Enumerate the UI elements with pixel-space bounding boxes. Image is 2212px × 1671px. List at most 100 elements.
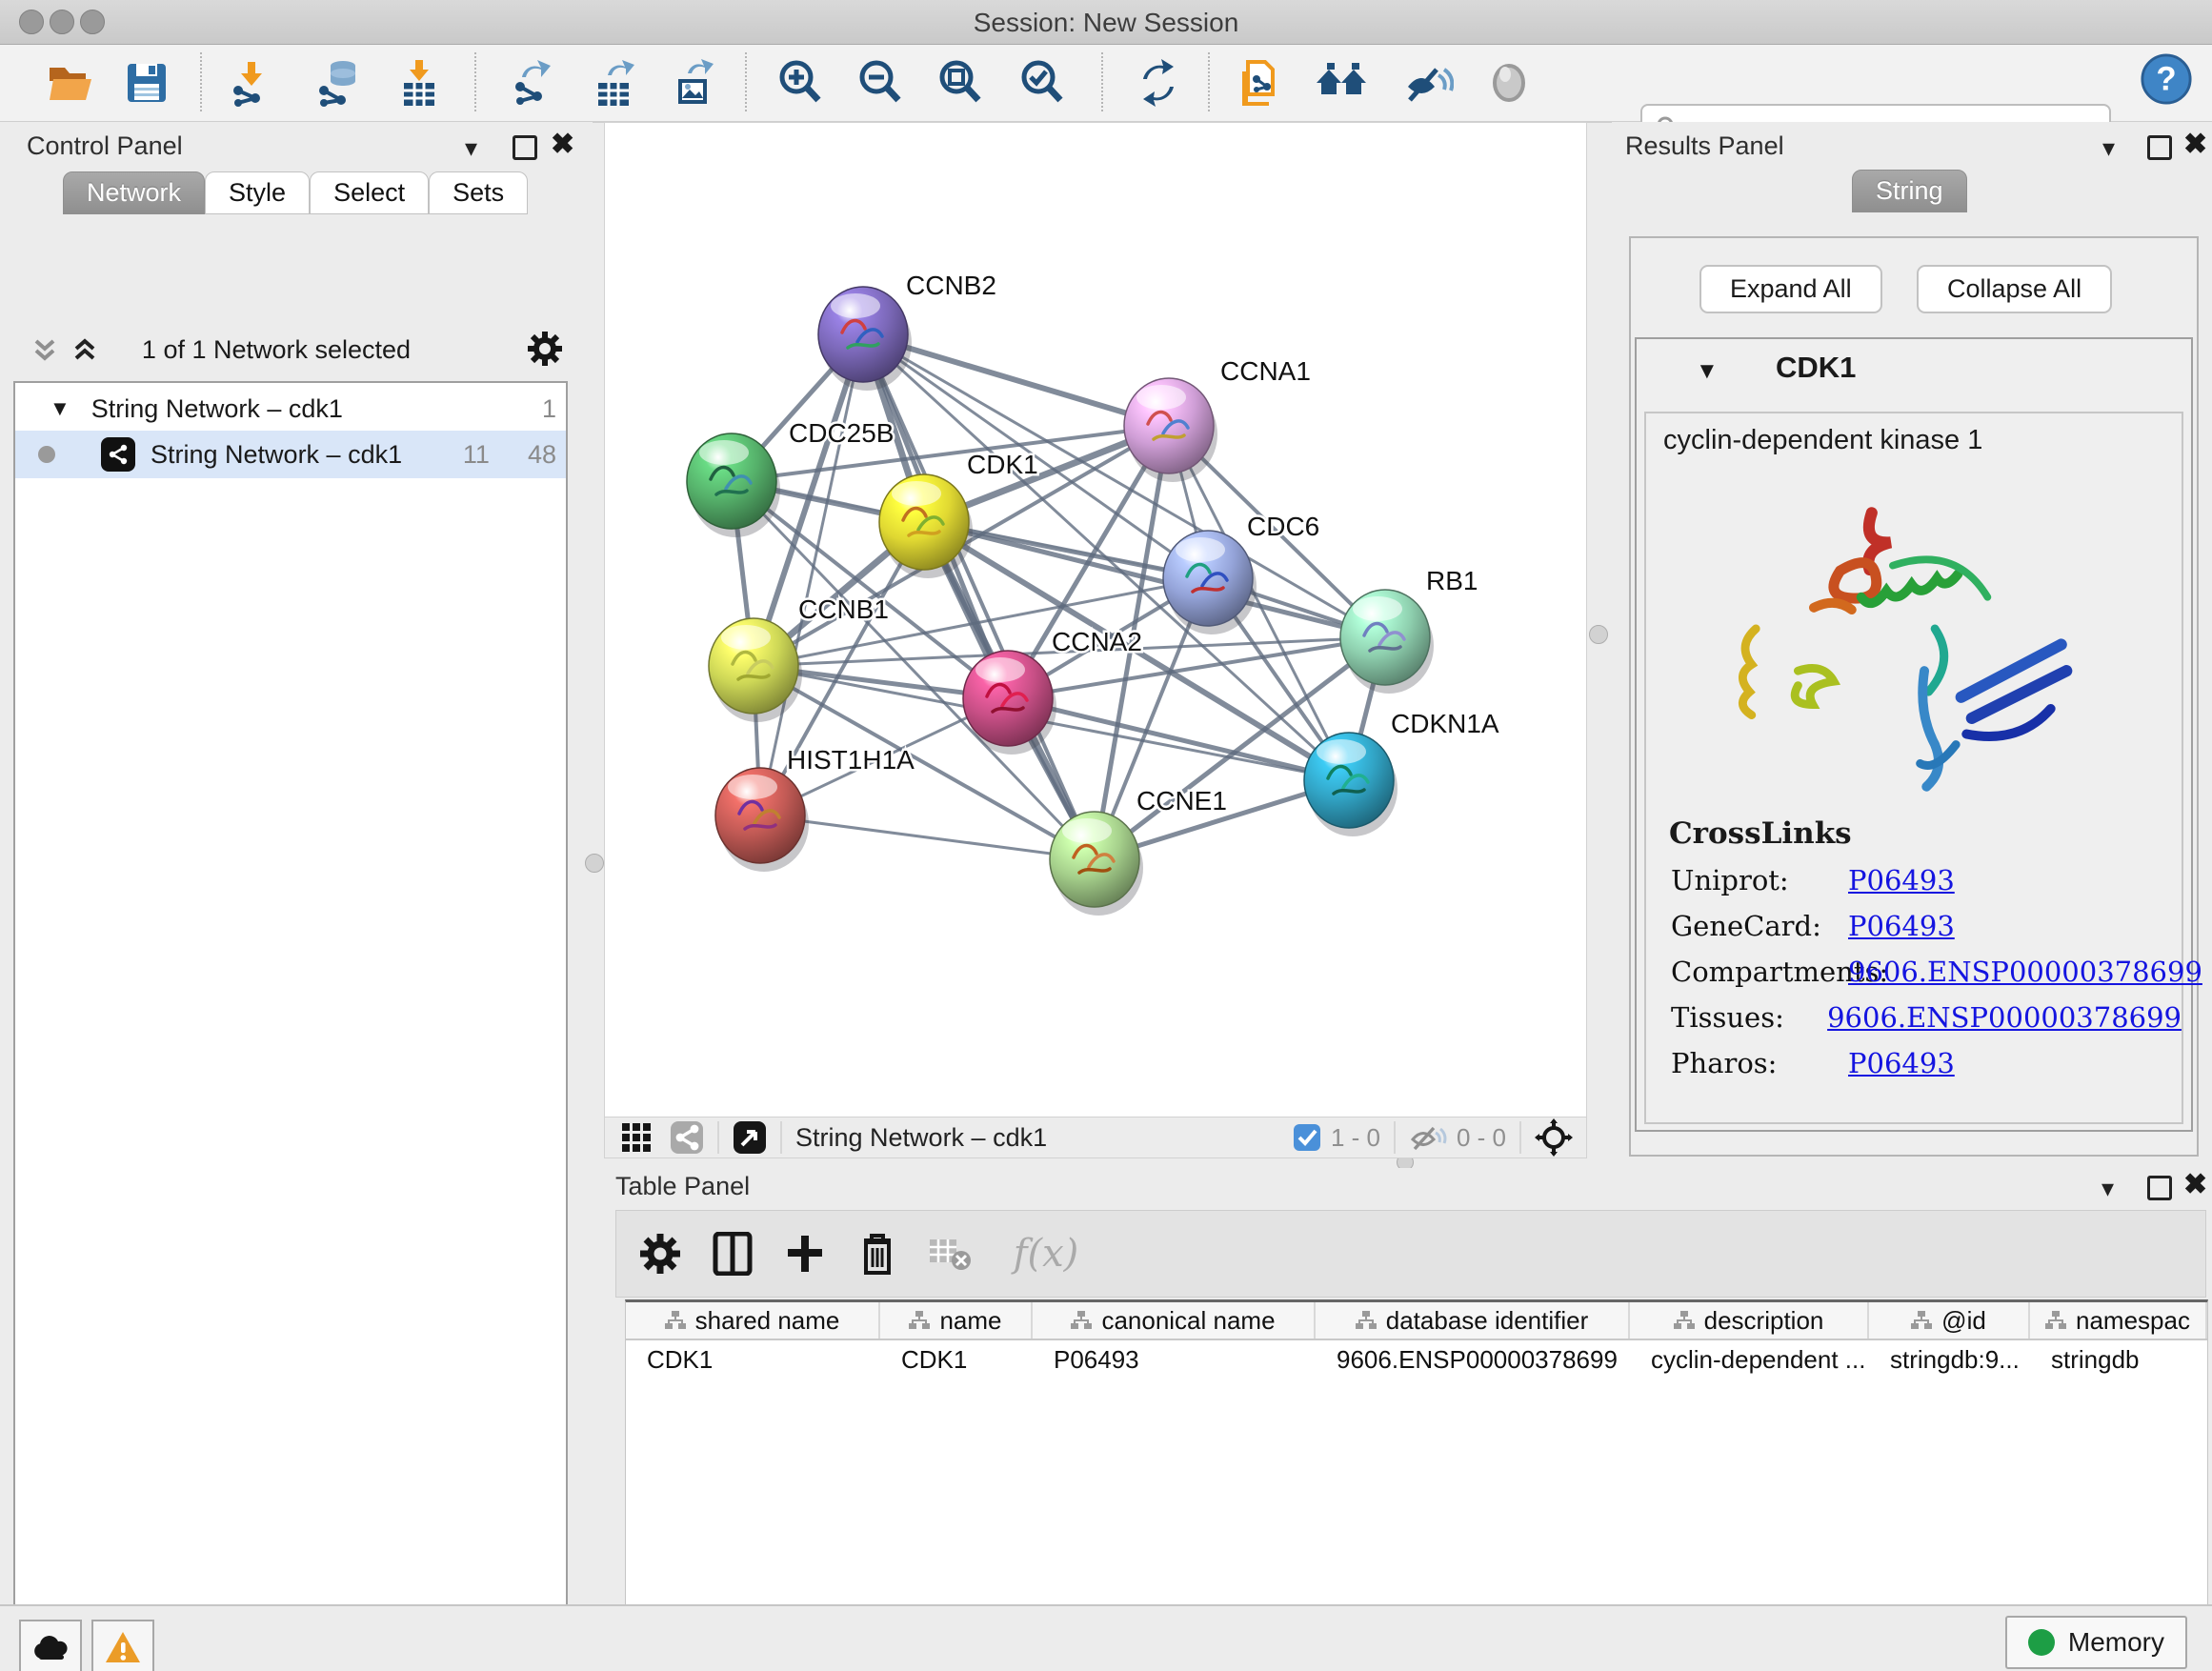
table-panel-maximize-icon[interactable] (2147, 1176, 2172, 1200)
save-session-icon[interactable] (120, 56, 173, 110)
toolbar-separator (474, 52, 476, 111)
edge-HIST1H1A-CCNE1[interactable] (760, 815, 1095, 859)
expand-all-button[interactable]: Expand All (1699, 265, 1882, 313)
show-columns-icon[interactable] (704, 1225, 761, 1282)
export-table-icon[interactable] (589, 56, 642, 110)
delete-column-icon[interactable] (849, 1225, 906, 1282)
entry-collapse-icon[interactable]: ▼ (1696, 358, 1719, 385)
function-builder-icon[interactable]: f(x) (994, 1225, 1098, 1282)
network-options-gear-icon[interactable] (526, 330, 564, 368)
control-panel-maximize-icon[interactable] (513, 135, 537, 160)
birdseye-view-icon[interactable] (733, 1120, 767, 1155)
control-panel-close-icon[interactable]: ✖ (551, 128, 574, 161)
table-settings-gear-icon[interactable] (632, 1225, 689, 1282)
control-panel-float-icon[interactable]: ▾ (465, 133, 477, 163)
control-panel-tabs: NetworkStyleSelectSets (63, 171, 528, 214)
clone-network-icon[interactable] (1233, 56, 1286, 110)
table-panel-title: Table Panel (615, 1172, 750, 1201)
right-splitter-handle[interactable] (1589, 625, 1608, 644)
network-canvas[interactable]: CCNB2CCNA1CDC25BCDK1CDC6RB1CCNB1CCNA2CDK… (604, 122, 1587, 1118)
zoom-out-icon[interactable] (854, 56, 907, 110)
memory-button[interactable]: Memory (2005, 1616, 2187, 1669)
crosslink-link[interactable]: 9606.ENSP00000378699 (1848, 956, 2202, 988)
zoom-selected-icon[interactable] (1016, 56, 1069, 110)
column-header-name[interactable]: name (880, 1302, 1033, 1339)
tab-string[interactable]: String (1852, 170, 1967, 212)
node-CDKN1A[interactable]: CDKN1A (1304, 709, 1499, 836)
table-panel-float-icon[interactable]: ▾ (2101, 1174, 2114, 1203)
column-header-canonical-name[interactable]: canonical name (1033, 1302, 1316, 1339)
selected-nodes-checkbox-icon[interactable] (1293, 1123, 1321, 1152)
help-icon[interactable]: ? (2140, 52, 2193, 106)
table-body: CDK1CDK1P064939606.ENSP00000378699cyclin… (626, 1340, 2207, 1379)
zoom-in-icon[interactable] (774, 56, 827, 110)
table-row[interactable]: CDK1CDK1P064939606.ENSP00000378699cyclin… (626, 1340, 2207, 1379)
import-network-file-icon[interactable] (225, 56, 278, 110)
show-all-icon[interactable] (1482, 56, 1536, 110)
crosslink-row: Uniprot:P06493 (1671, 864, 2182, 896)
crosslink-link[interactable]: P06493 (1848, 1047, 1955, 1079)
node-RB1[interactable]: RB1 (1340, 566, 1478, 694)
current-network-dot-icon (38, 446, 55, 463)
column-header-shared-name[interactable]: shared name (626, 1302, 880, 1339)
crosslink-link[interactable]: 9606.ENSP00000378699 (1827, 1001, 2182, 1034)
import-network-database-icon[interactable] (312, 56, 366, 110)
crosslink-link[interactable]: P06493 (1848, 910, 1955, 942)
collapse-all-button[interactable]: Collapse All (1917, 265, 2112, 313)
node-label-CCNE1: CCNE1 (1136, 786, 1227, 815)
node-CCNB2[interactable]: CCNB2 (818, 271, 996, 391)
edge-CCNB2-CCNE1[interactable] (863, 334, 1095, 859)
column-header-description[interactable]: description (1630, 1302, 1869, 1339)
column-header--id[interactable]: @id (1869, 1302, 2030, 1339)
warnings-button[interactable] (91, 1620, 154, 1671)
export-network-icon[interactable] (505, 56, 558, 110)
collection-expand-icon[interactable]: ▼ (50, 396, 70, 421)
results-panel-float-icon[interactable]: ▾ (2102, 133, 2115, 163)
network-badge-icon[interactable] (670, 1120, 704, 1155)
left-splitter-handle[interactable] (585, 854, 604, 873)
results-panel-close-icon[interactable]: ✖ (2183, 128, 2207, 161)
node-CCNE1[interactable]: CCNE1 (1050, 786, 1227, 916)
collapse-all-networks-icon[interactable] (29, 333, 61, 366)
apply-layout-icon[interactable] (1132, 56, 1185, 110)
edge-CCNA2-CDKN1A[interactable] (1008, 698, 1349, 780)
fit-selected-crosshair-icon[interactable] (1535, 1118, 1573, 1157)
table-panel-close-icon[interactable]: ✖ (2183, 1168, 2207, 1201)
string-home-icon[interactable] (1315, 56, 1368, 110)
table-cell: stringdb (2030, 1340, 2207, 1379)
crosslink-row: Tissues:9606.ENSP00000378699 (1671, 1001, 2182, 1034)
export-image-icon[interactable] (667, 56, 720, 110)
clear-table-icon[interactable] (921, 1225, 978, 1282)
column-header-namespac[interactable]: namespac (2030, 1302, 2207, 1339)
network-graph[interactable]: CCNB2CCNA1CDC25BCDK1CDC6RB1CCNB1CCNA2CDK… (605, 123, 1586, 1117)
node-CCNA1[interactable]: CCNA1 (1124, 356, 1311, 482)
tab-select[interactable]: Select (310, 171, 429, 214)
zoom-fit-icon[interactable] (934, 56, 987, 110)
column-header-database-identifier[interactable]: database identifier (1316, 1302, 1630, 1339)
network-row-selected[interactable]: String Network – cdk1 11 48 (15, 431, 566, 478)
hidden-items-eye-icon[interactable] (1409, 1123, 1447, 1152)
open-file-icon[interactable] (44, 56, 97, 110)
cloud-status-button[interactable] (19, 1620, 82, 1671)
crosslink-link[interactable]: P06493 (1848, 864, 1955, 896)
network-list: ▼ String Network – cdk1 1 String Network… (13, 381, 568, 1671)
grid-view-icon[interactable] (620, 1121, 653, 1154)
toolbar-separator (1101, 52, 1103, 111)
tab-network[interactable]: Network (63, 171, 205, 214)
expand-all-networks-icon[interactable] (69, 333, 101, 366)
hide-selected-icon[interactable] (1400, 56, 1454, 110)
results-panel: Results Panel ▾ ✖ String Expand All Coll… (1612, 122, 2212, 1157)
memory-status-dot (2028, 1629, 2055, 1656)
add-column-icon[interactable] (776, 1225, 834, 1282)
tab-style[interactable]: Style (205, 171, 310, 214)
node-HIST1H1A[interactable]: HIST1H1A (715, 745, 915, 872)
network-collection-row[interactable]: ▼ String Network – cdk1 1 (15, 383, 566, 431)
table-cell: cyclin-dependent ... (1630, 1340, 1869, 1379)
node-CCNB1[interactable]: CCNB1 (709, 594, 889, 722)
edge-CCNB2-HIST1H1A[interactable] (760, 334, 863, 815)
results-panel-maximize-icon[interactable] (2147, 135, 2172, 160)
node-CDC25B[interactable]: CDC25B (687, 418, 894, 537)
string-results-box: Expand All Collapse All ▼ CDK1 cyclin-de… (1629, 236, 2199, 1157)
import-table-icon[interactable] (392, 56, 446, 110)
tab-sets[interactable]: Sets (429, 171, 528, 214)
